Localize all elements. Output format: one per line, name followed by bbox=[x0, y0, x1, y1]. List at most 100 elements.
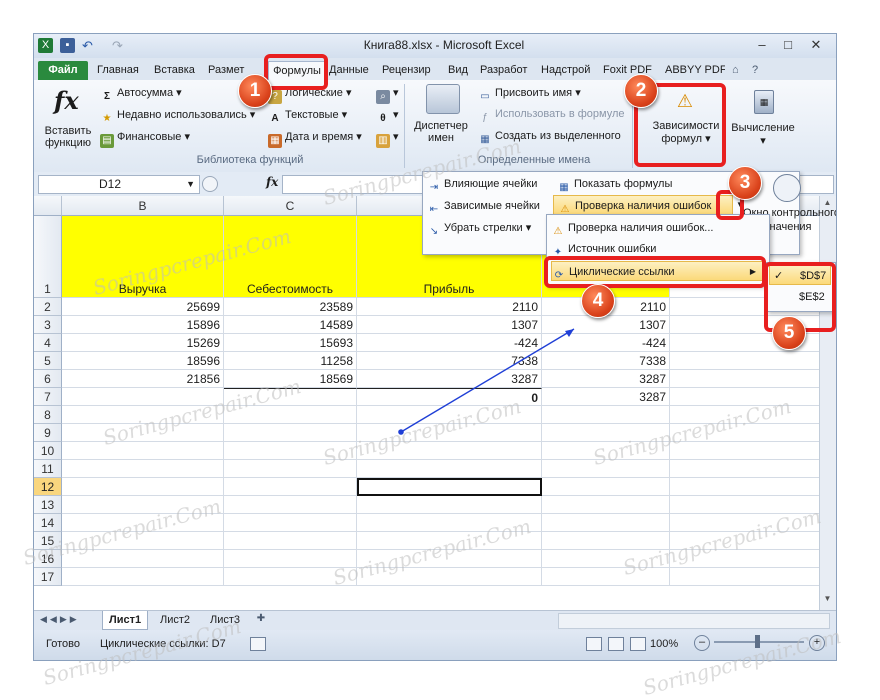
name-manager-label-1: Диспетчер bbox=[414, 120, 468, 132]
sheet-nav-icon[interactable]: ◀◀▶▶ bbox=[40, 614, 80, 625]
window-title: Книга88.xlsx - Microsoft Excel bbox=[363, 38, 525, 52]
autosum-label: Автосумма bbox=[117, 87, 174, 99]
error-check-dialog-item[interactable]: ⚠ Проверка наличия ошибок... bbox=[551, 218, 714, 238]
sheet-tabs-bar: ◀◀▶▶ Лист1 Лист2 Лист3 ✚ bbox=[34, 610, 836, 631]
callout-box-circular-refs bbox=[544, 256, 766, 288]
lookup-functions-button[interactable]: ⌕ ▾ bbox=[376, 86, 399, 104]
calculation-button[interactable]: Вычисление ▾ bbox=[729, 122, 797, 147]
tab-review[interactable]: Рецензир bbox=[382, 62, 438, 79]
financial-label: Финансовые bbox=[117, 131, 182, 143]
text-functions-button[interactable]: A Текстовые ▾ bbox=[268, 108, 347, 126]
autosum-button[interactable]: Σ Автосумма ▾ bbox=[100, 86, 182, 104]
text-label: Текстовые bbox=[285, 109, 339, 121]
insert-function-button[interactable]: Вставить функцию bbox=[42, 125, 94, 149]
callout-badge-1: 1 bbox=[238, 74, 272, 108]
sheet-tab-2[interactable]: Лист2 bbox=[154, 611, 196, 629]
create-label: Создать из выделенного bbox=[495, 130, 621, 142]
status-ready: Готово bbox=[46, 638, 80, 650]
watch-window-icon bbox=[773, 174, 801, 202]
name-manager-label-2: имен bbox=[428, 132, 454, 144]
page-layout-view-icon[interactable] bbox=[608, 637, 624, 651]
tab-addins[interactable]: Надстрой bbox=[541, 62, 597, 79]
star-icon: ★ bbox=[102, 113, 112, 124]
sheet-tab-1[interactable]: Лист1 bbox=[102, 611, 149, 630]
fx-icon[interactable]: fx bbox=[266, 175, 278, 189]
tab-data[interactable]: Данные bbox=[329, 62, 375, 79]
zoom-out-button[interactable]: – bbox=[694, 635, 710, 651]
chevron-down-icon: ▼ bbox=[186, 179, 195, 189]
assign-label: Присвоить имя bbox=[495, 87, 573, 99]
fx-icon: fx bbox=[54, 86, 79, 115]
datetime-functions-button[interactable]: ▦ Дата и время ▾ bbox=[268, 130, 362, 148]
insert-function-label-2: функцию bbox=[44, 137, 91, 149]
close-button[interactable]: ✕ bbox=[804, 36, 828, 54]
callout-badge-4: 4 bbox=[581, 284, 615, 318]
sheet-tab-3[interactable]: Лист3 bbox=[204, 611, 246, 629]
redo-icon[interactable]: ↷ bbox=[110, 38, 125, 53]
maximize-button[interactable]: □ bbox=[776, 36, 800, 54]
zoom-slider-thumb[interactable] bbox=[755, 635, 760, 648]
name-box-value: D12 bbox=[99, 177, 122, 191]
horizontal-scrollbar[interactable] bbox=[558, 613, 830, 629]
trace-dependents-icon: ⇤ bbox=[429, 204, 439, 215]
callout-box-formulas-tab bbox=[264, 54, 328, 90]
trace-dependents-item[interactable]: ⇤ Зависимые ячейки bbox=[427, 196, 540, 216]
undo-icon[interactable]: ↶ bbox=[80, 38, 95, 53]
title-bar: X ▪ ↶ ↷ Книга88.xlsx - Microsoft Excel –… bbox=[34, 34, 836, 58]
error-check-dialog-label: Проверка наличия ошибок... bbox=[568, 222, 714, 234]
show-formulas-label: Показать формулы bbox=[574, 178, 673, 190]
financial-functions-button[interactable]: ▤ Финансовые ▾ bbox=[100, 130, 190, 148]
recent-functions-button[interactable]: ★ Недавно использовались ▾ bbox=[100, 108, 256, 126]
minimize-button[interactable]: – bbox=[750, 36, 774, 54]
library-group-label: Библиотека функций bbox=[196, 154, 304, 166]
grid-icon: ▦ bbox=[480, 134, 490, 145]
vertical-scrollbar[interactable]: ▲ ▼ bbox=[819, 196, 836, 610]
name-manager-icon bbox=[426, 84, 460, 114]
save-icon[interactable]: ▪ bbox=[60, 38, 75, 53]
use-in-formula-button[interactable]: ƒ Использовать в формуле bbox=[478, 108, 625, 125]
tab-file[interactable]: Файл bbox=[38, 61, 88, 80]
error-checking-label: Проверка наличия ошибок bbox=[575, 200, 712, 212]
book-icon: ▤ bbox=[100, 134, 114, 148]
tab-home[interactable]: Главная bbox=[97, 62, 147, 79]
scroll-down-icon[interactable]: ▼ bbox=[822, 594, 833, 606]
tab-insert[interactable]: Вставка bbox=[154, 62, 202, 79]
trace-arrowhead bbox=[565, 329, 574, 337]
more-functions-button[interactable]: ▥ ▾ bbox=[376, 130, 399, 148]
insert-function-label-1: Вставить bbox=[44, 125, 92, 137]
formula-bar-toggle[interactable] bbox=[202, 176, 218, 192]
help-icon[interactable]: ? bbox=[752, 62, 766, 79]
calculation-label: Вычисление bbox=[731, 122, 795, 134]
ribbon-collapse-icon[interactable]: ⌂ bbox=[732, 62, 746, 79]
page-break-view-icon[interactable] bbox=[630, 637, 646, 651]
error-checking-item[interactable]: ⚠ Проверка наличия ошибок bbox=[553, 195, 733, 215]
use-label: Использовать в формуле bbox=[495, 108, 625, 120]
zoom-level[interactable]: 100% bbox=[650, 638, 678, 650]
sigma-icon: Σ bbox=[103, 91, 110, 102]
show-formulas-item[interactable]: ▦ Показать формулы bbox=[557, 174, 672, 194]
tab-abbyy[interactable]: ABBYY PDF bbox=[665, 62, 725, 79]
callout-badge-5: 5 bbox=[772, 316, 806, 350]
warning-icon: ⚠ bbox=[553, 226, 563, 237]
tag-icon: ▭ bbox=[480, 91, 490, 102]
create-from-selection-button[interactable]: ▦ Создать из выделенного bbox=[478, 130, 621, 147]
normal-view-icon[interactable] bbox=[586, 637, 602, 651]
zoom-in-button[interactable]: + bbox=[809, 635, 825, 651]
math-functions-button[interactable]: θ ▾ bbox=[376, 108, 398, 126]
trace-precedents-item[interactable]: ⇥ Влияющие ячейки bbox=[427, 174, 538, 194]
tab-view[interactable]: Вид bbox=[448, 62, 472, 79]
recent-label: Недавно использовались bbox=[117, 109, 247, 121]
remove-arrows-item[interactable]: ↘ Убрать стрелки ▾ bbox=[427, 218, 531, 238]
more-functions-icon: ▥ bbox=[376, 134, 390, 148]
assign-name-button[interactable]: ▭ Присвоить имя ▾ bbox=[478, 86, 580, 104]
macro-record-icon[interactable] bbox=[250, 637, 266, 651]
excel-logo-icon[interactable]: X bbox=[38, 38, 53, 53]
lookup-icon: ⌕ bbox=[376, 90, 390, 104]
new-sheet-icon[interactable]: ✚ bbox=[254, 613, 268, 627]
trace-precedents-label: Влияющие ячейки bbox=[444, 178, 538, 190]
names-group-label: Определенные имена bbox=[477, 154, 591, 166]
name-box[interactable]: D12 ▼ bbox=[38, 175, 200, 194]
tab-developer[interactable]: Разработ bbox=[480, 62, 532, 79]
ribbon-tabs: Файл Главная Вставка Размет Формулы Данн… bbox=[34, 58, 836, 81]
name-manager-button[interactable]: Диспетчер имен bbox=[410, 120, 472, 144]
